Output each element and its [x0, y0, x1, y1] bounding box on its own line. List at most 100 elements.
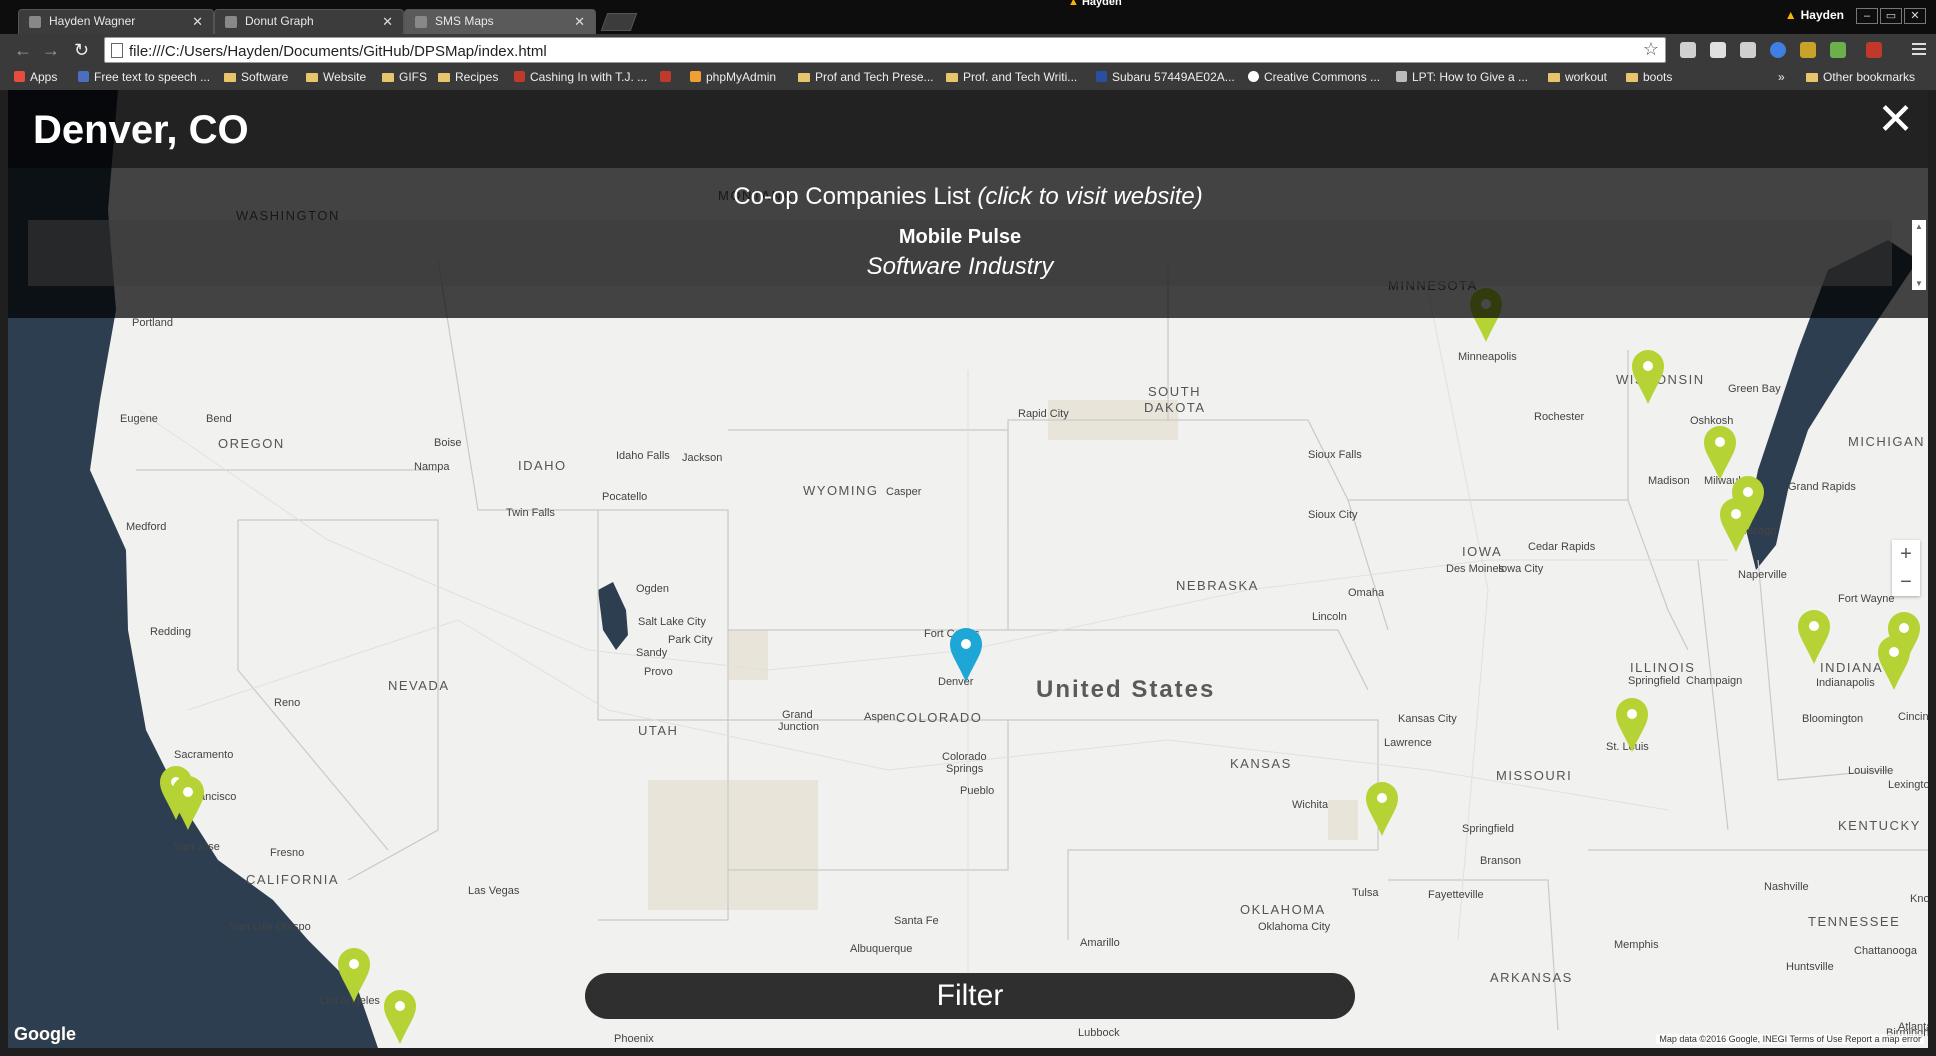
list-hint: (click to visit website): [977, 183, 1203, 210]
address-bar[interactable]: ☆: [104, 37, 1666, 63]
new-tab-button[interactable]: [600, 13, 638, 31]
svg-text:Indianapolis: Indianapolis: [1816, 677, 1875, 689]
map-page: WASHINGTON OREGON IDAHO MONTANA WYOMING …: [8, 90, 1928, 1048]
svg-text:Junction: Junction: [778, 721, 819, 733]
companies-list-panel: Co-op Companies List (click to visit web…: [8, 168, 1928, 318]
svg-text:Amarillo: Amarillo: [1080, 937, 1120, 949]
map-pin-denver-active: [950, 628, 982, 682]
svg-text:Salt Lake City: Salt Lake City: [638, 616, 706, 628]
map-pin: [1632, 350, 1664, 404]
svg-text:IOWA: IOWA: [1462, 544, 1502, 559]
filter-button[interactable]: Filter: [585, 973, 1355, 1019]
svg-text:Eugene: Eugene: [120, 413, 158, 425]
country-label: United States: [1036, 676, 1215, 703]
browser-toolbar: ← → ↻ ☆: [0, 34, 1936, 66]
ghostery-extension-icon[interactable]: [1680, 42, 1696, 58]
svg-text:Wichita: Wichita: [1292, 799, 1329, 811]
bookmark-item[interactable]: [660, 70, 676, 84]
tab-sms-maps[interactable]: SMS Maps ✕: [404, 9, 596, 34]
bookmark-item[interactable]: Creative Commons ...: [1248, 70, 1380, 84]
svg-text:Aspen: Aspen: [864, 711, 895, 723]
svg-text:Pocatello: Pocatello: [602, 491, 647, 503]
close-icon[interactable]: ✕: [1877, 98, 1914, 142]
minimize-button[interactable]: –: [1856, 8, 1878, 24]
svg-text:Denver: Denver: [938, 676, 974, 688]
svg-text:Fresno: Fresno: [270, 847, 304, 859]
svg-text:Green Bay: Green Bay: [1728, 383, 1781, 395]
bookmark-item[interactable]: LPT: How to Give a ...: [1396, 70, 1528, 84]
back-arrow-icon[interactable]: ←: [14, 40, 32, 61]
bookmark-folder[interactable]: Prof and Tech Prese...: [798, 70, 934, 84]
site-icon: [1396, 71, 1407, 82]
bookmark-folder[interactable]: GIFS: [382, 70, 427, 84]
bookmark-item[interactable]: Subaru 57449AE02A...: [1096, 70, 1235, 84]
speech-icon: [78, 71, 89, 82]
close-tab-icon[interactable]: ✕: [382, 14, 393, 30]
bookmarks-overflow-button[interactable]: »: [1778, 70, 1785, 84]
bookmark-folder[interactable]: workout: [1548, 70, 1607, 84]
svg-text:Springs: Springs: [946, 763, 984, 775]
google-logo: Google: [14, 1024, 76, 1044]
tab-label: SMS Maps: [435, 14, 494, 28]
folder-icon: [438, 73, 450, 82]
brush-extension-icon[interactable]: [1800, 42, 1816, 58]
page-icon: [111, 43, 123, 58]
bookmark-item[interactable]: Cashing In with T.J. ...: [514, 70, 647, 84]
svg-text:Sacramento: Sacramento: [174, 749, 233, 761]
svg-text:Boise: Boise: [434, 437, 462, 449]
url-input[interactable]: [127, 39, 1631, 63]
zoom-out-button[interactable]: −: [1892, 568, 1920, 596]
zoom-in-button[interactable]: +: [1892, 540, 1920, 568]
company-list-item[interactable]: Mobile Pulse Software Industry: [28, 220, 1892, 286]
stack-extension-icon[interactable]: [1710, 42, 1726, 58]
list-scrollbar[interactable]: ▲ ▼: [1912, 220, 1926, 290]
svg-text:ILLINOIS: ILLINOIS: [1630, 660, 1695, 675]
tab-label: Donut Graph: [245, 14, 314, 28]
close-window-button[interactable]: ✕: [1904, 8, 1926, 24]
svg-text:Rochester: Rochester: [1534, 411, 1584, 423]
maximize-button[interactable]: ▭: [1880, 8, 1902, 24]
bookmark-apps[interactable]: Apps: [14, 70, 57, 84]
ublock-extension-icon[interactable]: [1866, 42, 1882, 58]
svg-text:Des Moines: Des Moines: [1446, 563, 1505, 575]
folder-icon: [224, 73, 236, 82]
svg-text:NEBRASKA: NEBRASKA: [1176, 578, 1259, 593]
close-tab-icon[interactable]: ✕: [192, 14, 203, 30]
tab-donut-graph[interactable]: Donut Graph ✕: [214, 9, 404, 34]
robot-extension-icon[interactable]: [1740, 42, 1756, 58]
svg-text:OREGON: OREGON: [218, 436, 285, 451]
apps-grid-icon: [14, 71, 25, 82]
tab-hayden-wagner[interactable]: Hayden Wagner ✕: [18, 9, 214, 34]
svg-text:MISSOURI: MISSOURI: [1496, 768, 1572, 783]
svg-text:Twin Falls: Twin Falls: [506, 507, 555, 519]
profile-button[interactable]: ▲ Hayden: [1785, 8, 1844, 22]
svg-text:Champaign: Champaign: [1686, 675, 1742, 687]
blue-extension-icon[interactable]: [1770, 42, 1786, 58]
company-name: Mobile Pulse: [898, 226, 1022, 248]
forward-arrow-icon[interactable]: →: [42, 40, 60, 61]
svg-text:Springfield: Springfield: [1628, 675, 1680, 687]
map-attribution[interactable]: Map data ©2016 Google, INEGI Terms of Us…: [1656, 1034, 1924, 1044]
bookmark-item[interactable]: Free text to speech ...: [78, 70, 210, 84]
bookmark-item[interactable]: phpMyAdmin: [690, 70, 776, 84]
bookmark-folder[interactable]: Recipes: [438, 70, 498, 84]
other-bookmarks-folder[interactable]: Other bookmarks: [1806, 70, 1915, 84]
folder-icon: [946, 73, 958, 82]
scroll-down-icon[interactable]: ▼: [1915, 279, 1923, 288]
bookmark-folder[interactable]: Software: [224, 70, 288, 84]
svg-text:Knoxville: Knoxville: [1910, 893, 1928, 905]
close-tab-icon[interactable]: ✕: [574, 14, 585, 30]
svg-text:SOUTH: SOUTH: [1148, 384, 1201, 399]
bookmark-star-icon[interactable]: ☆: [1643, 39, 1659, 60]
chrome-menu-icon[interactable]: [1912, 40, 1926, 58]
zoom-control: + −: [1892, 540, 1920, 596]
eyedropper-extension-icon[interactable]: [1830, 42, 1846, 58]
scroll-up-icon[interactable]: ▲: [1915, 222, 1923, 231]
bookmark-folder[interactable]: boots: [1626, 70, 1672, 84]
bookmark-folder[interactable]: Prof. and Tech Writi...: [946, 70, 1077, 84]
bookmark-folder[interactable]: Website: [306, 70, 366, 84]
svg-text:Oklahoma City: Oklahoma City: [1258, 921, 1331, 933]
svg-text:Nampa: Nampa: [414, 461, 450, 473]
reload-icon[interactable]: ↻: [74, 40, 89, 61]
map-pin: [1366, 782, 1398, 836]
